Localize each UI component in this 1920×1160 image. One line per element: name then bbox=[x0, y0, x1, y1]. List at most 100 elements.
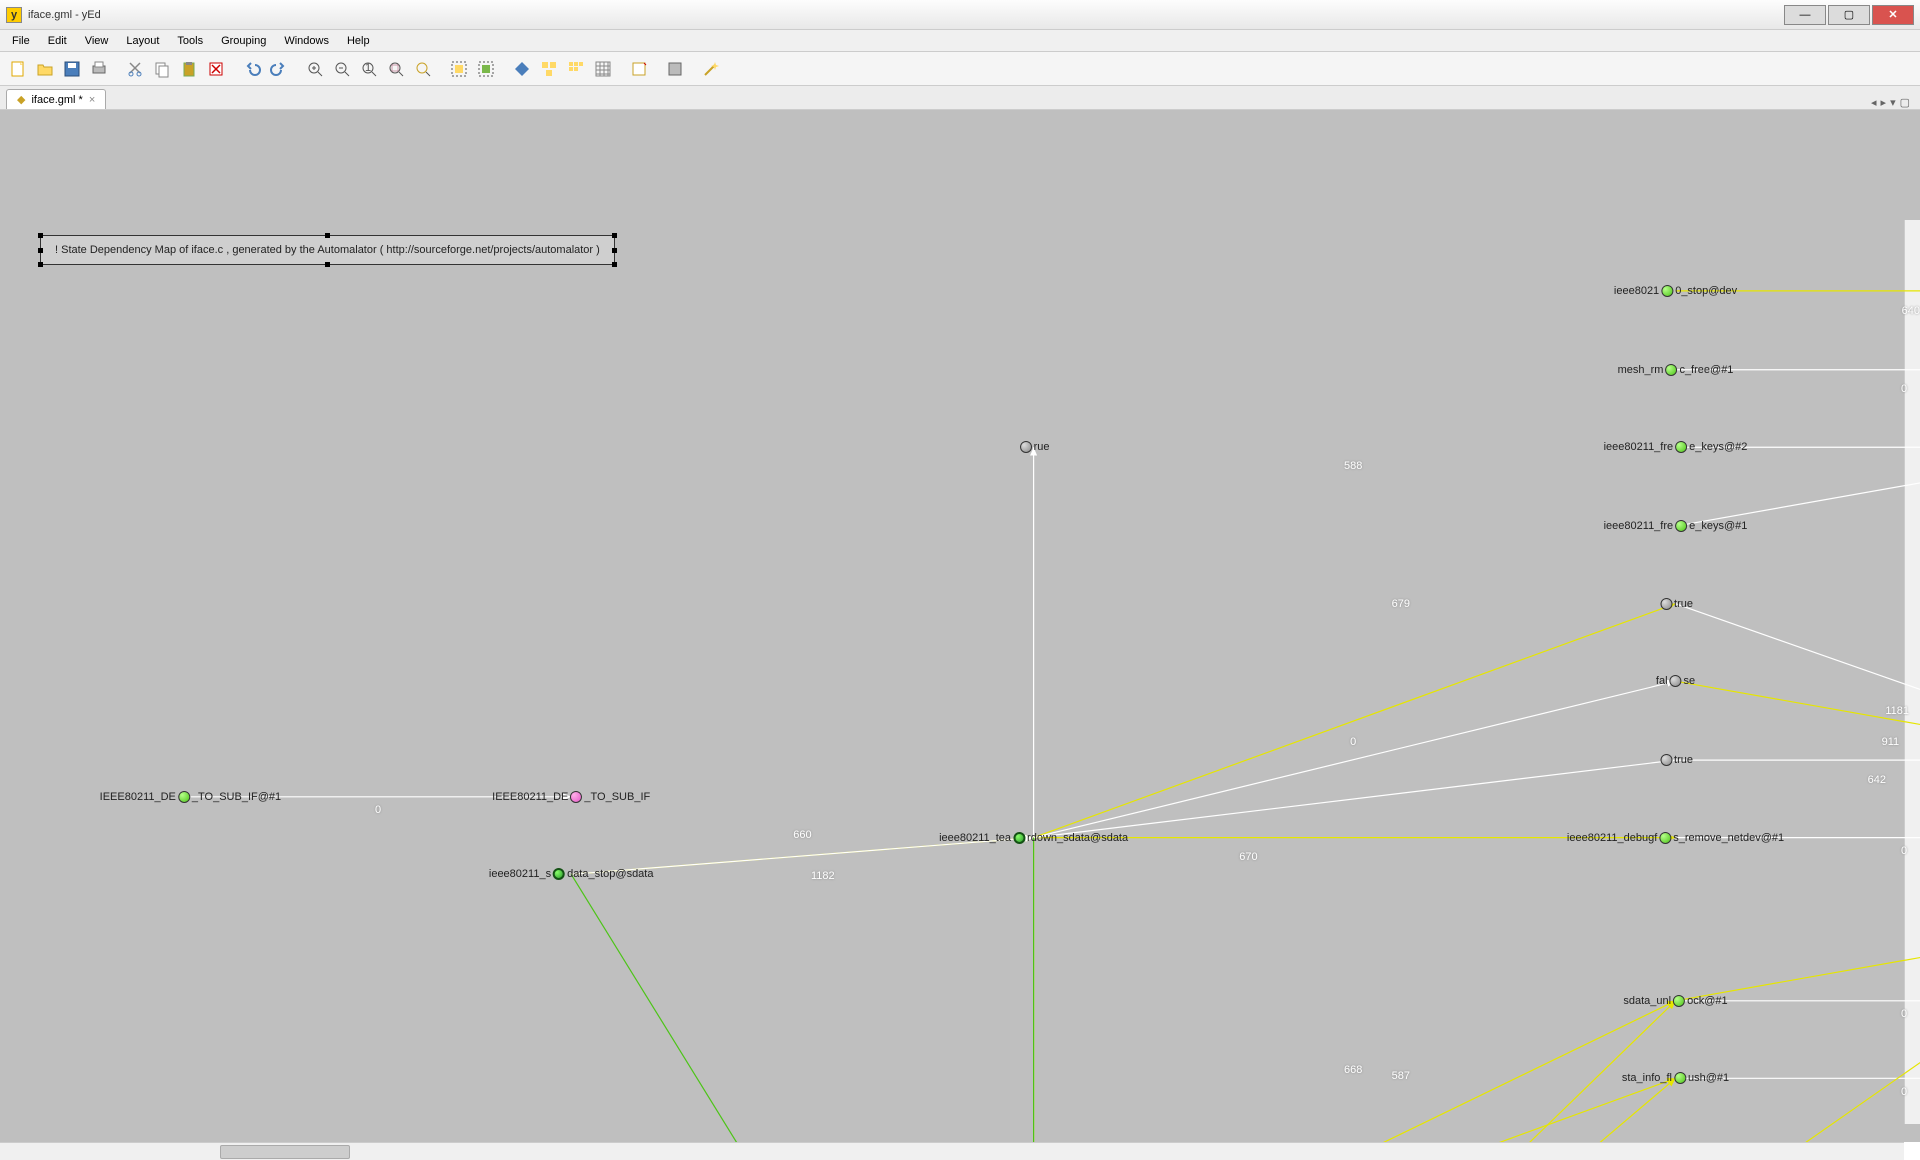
graph-node[interactable]: rue bbox=[1018, 441, 1050, 453]
graph-node[interactable]: ieee80211_debugfs_remove_netdev@#1 bbox=[1567, 832, 1784, 844]
node-label-left: ieee80211_tea bbox=[939, 832, 1011, 844]
edge-label: 679 bbox=[1392, 598, 1410, 610]
maximize-button[interactable]: ▢ bbox=[1828, 5, 1870, 25]
layout2-icon[interactable] bbox=[537, 57, 561, 81]
node-label-left: mesh_rm bbox=[1618, 364, 1664, 376]
graph-node[interactable]: ieee80211_free_keys@#1 bbox=[1604, 520, 1748, 532]
properties-icon[interactable] bbox=[627, 57, 651, 81]
menu-layout[interactable]: Layout bbox=[118, 33, 167, 49]
node-label-right: rue bbox=[1034, 441, 1050, 453]
print-icon[interactable] bbox=[87, 57, 111, 81]
redo-icon[interactable] bbox=[267, 57, 291, 81]
window-title: iface.gml - yEd bbox=[28, 9, 1784, 21]
edge-label: 640 bbox=[1902, 305, 1920, 317]
close-button[interactable]: ✕ bbox=[1872, 5, 1914, 25]
tab-next-icon[interactable]: ▸ bbox=[1881, 96, 1887, 109]
graph-node[interactable]: true bbox=[1658, 754, 1693, 766]
edge-label: 642 bbox=[1868, 774, 1886, 786]
node-icon bbox=[1661, 285, 1673, 297]
layout1-icon[interactable] bbox=[510, 57, 534, 81]
menu-file[interactable]: File bbox=[4, 33, 38, 49]
graph-edge[interactable] bbox=[1676, 922, 1920, 1142]
graph-node[interactable]: IEEE80211_DE _TO_SUB_IF@#1 bbox=[100, 791, 281, 803]
edge-label: 0 bbox=[1901, 845, 1907, 857]
graph-edge[interactable] bbox=[1676, 922, 1920, 1001]
copy-icon[interactable] bbox=[150, 57, 174, 81]
menu-edit[interactable]: Edit bbox=[40, 33, 75, 49]
menu-windows[interactable]: Windows bbox=[276, 33, 337, 49]
app-icon: y bbox=[6, 7, 22, 23]
scrollbar-thumb[interactable] bbox=[220, 1145, 350, 1159]
delete-icon[interactable] bbox=[204, 57, 228, 81]
node-label-mid: rdow bbox=[1027, 832, 1051, 844]
edge-label: 1181 bbox=[1885, 705, 1909, 717]
tab-max-icon[interactable]: ▢ bbox=[1900, 96, 1910, 109]
graph-node[interactable]: ieee80211_teardown_sdata@sdata bbox=[939, 832, 1128, 844]
minimize-button[interactable]: — bbox=[1784, 5, 1826, 25]
node-label-left: ieee80211_fre bbox=[1604, 520, 1674, 532]
undo-icon[interactable] bbox=[240, 57, 264, 81]
paste-icon[interactable] bbox=[177, 57, 201, 81]
graph-node[interactable]: sta_info_flush@#1 bbox=[1622, 1072, 1729, 1084]
menu-grouping[interactable]: Grouping bbox=[213, 33, 274, 49]
zoom-fit-icon[interactable] bbox=[384, 57, 408, 81]
zoom-reset-icon[interactable]: 1 bbox=[357, 57, 381, 81]
node-label-right: _TO_SUB_IF@#1 bbox=[192, 791, 281, 803]
node-label-left: IEEE80211_DE bbox=[100, 791, 176, 803]
node-label-right: ree@#1 bbox=[1694, 364, 1733, 376]
node-icon bbox=[1675, 441, 1687, 453]
graph-edge[interactable] bbox=[1034, 760, 1676, 838]
fit-content-icon[interactable] bbox=[447, 57, 471, 81]
save-icon[interactable] bbox=[60, 57, 84, 81]
graph-node[interactable]: true bbox=[1658, 598, 1693, 610]
graph-node[interactable]: ieee80210_stop@dev bbox=[1614, 285, 1737, 297]
edge-label: 0 bbox=[375, 804, 381, 816]
menu-bar: File Edit View Layout Tools Grouping Win… bbox=[0, 30, 1920, 52]
graph-edge[interactable] bbox=[1034, 1078, 1676, 1142]
node-label-left: fal bbox=[1656, 675, 1668, 687]
graph-edge[interactable] bbox=[1034, 681, 1676, 837]
graph-edge[interactable] bbox=[1676, 447, 1920, 526]
node-icon bbox=[1675, 520, 1687, 532]
menu-view[interactable]: View bbox=[77, 33, 117, 49]
graph-title-text: ! State Dependency Map of iface.c , gene… bbox=[55, 244, 600, 256]
node-icon bbox=[1660, 598, 1672, 610]
zoom-sel-icon[interactable] bbox=[411, 57, 435, 81]
graph-canvas[interactable]: ! State Dependency Map of iface.c , gene… bbox=[0, 110, 1920, 1142]
wand-icon[interactable] bbox=[699, 57, 723, 81]
cut-icon[interactable] bbox=[123, 57, 147, 81]
tab-iface[interactable]: ◆ iface.gml * × bbox=[6, 89, 106, 109]
edge-label: 588 bbox=[1344, 460, 1362, 472]
node-icon bbox=[1020, 441, 1032, 453]
horizontal-scrollbar[interactable] bbox=[0, 1142, 1904, 1160]
layout3-icon[interactable] bbox=[564, 57, 588, 81]
group-icon[interactable] bbox=[663, 57, 687, 81]
new-icon[interactable] bbox=[6, 57, 30, 81]
graph-node[interactable]: IEEE80211_DE_TO_SUB_IF bbox=[492, 791, 650, 803]
layout4-icon[interactable] bbox=[591, 57, 615, 81]
graph-node[interactable]: sdata_unlock@#1 bbox=[1623, 995, 1727, 1007]
node-icon bbox=[1673, 995, 1685, 1007]
zoom-out-icon[interactable] bbox=[330, 57, 354, 81]
node-icon bbox=[570, 791, 582, 803]
graph-edge[interactable] bbox=[1034, 604, 1676, 838]
graph-node[interactable]: false bbox=[1656, 675, 1695, 687]
zoom-in-icon[interactable] bbox=[303, 57, 327, 81]
graph-edge[interactable] bbox=[571, 874, 1033, 1142]
node-label-left: ieee80211_debugf bbox=[1567, 832, 1657, 844]
graph-node[interactable]: ieee80211_free_keys@#2 bbox=[1604, 441, 1748, 453]
graph-node[interactable]: mesh_rmc_free@#1 bbox=[1618, 364, 1734, 376]
menu-help[interactable]: Help bbox=[339, 33, 378, 49]
node-label-right: _keys@#1 bbox=[1695, 520, 1747, 532]
graph-edge[interactable] bbox=[1034, 1078, 1676, 1142]
node-label-right: move_netdev@#1 bbox=[1695, 832, 1784, 844]
fit-selection-icon[interactable] bbox=[474, 57, 498, 81]
tab-list-icon[interactable]: ▾ bbox=[1890, 96, 1896, 109]
tab-close-icon[interactable]: × bbox=[89, 94, 95, 106]
menu-tools[interactable]: Tools bbox=[169, 33, 211, 49]
graph-node[interactable]: ieee80211_sdata_stop@sdata bbox=[489, 868, 654, 880]
edge-label: 670 bbox=[1239, 851, 1257, 863]
tab-prev-icon[interactable]: ◂ bbox=[1871, 96, 1877, 109]
graph-title-box[interactable]: ! State Dependency Map of iface.c , gene… bbox=[40, 235, 615, 265]
open-icon[interactable] bbox=[33, 57, 57, 81]
